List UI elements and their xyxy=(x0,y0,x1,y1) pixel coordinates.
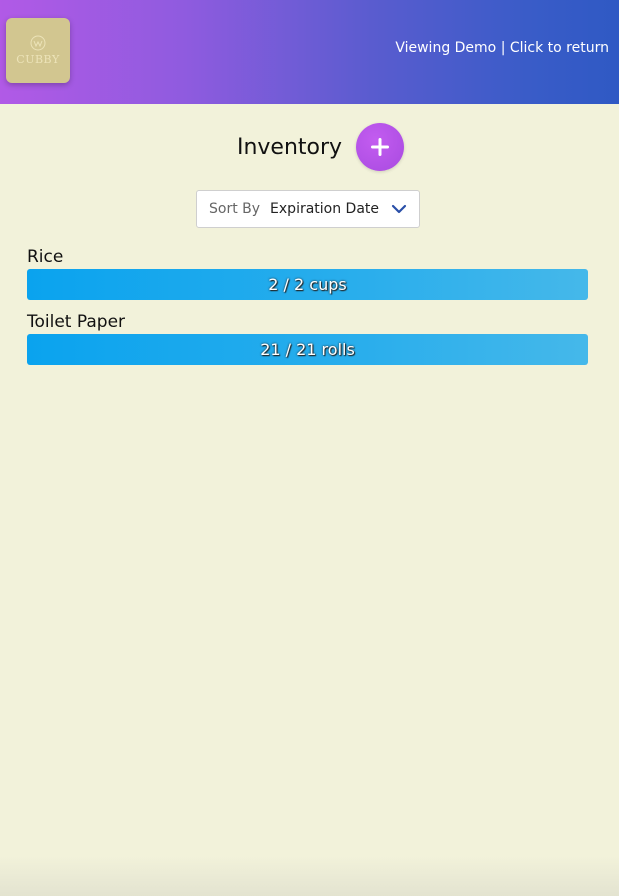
logo-mark-icon xyxy=(30,35,46,51)
page-title: Inventory xyxy=(236,134,343,160)
chevron-down-icon xyxy=(391,204,407,214)
bottom-shade xyxy=(0,856,619,896)
add-item-button[interactable] xyxy=(356,123,405,171)
plus-icon xyxy=(371,138,390,156)
quantity-bar[interactable]: 21 / 21 rolls xyxy=(27,334,588,365)
sort-by-value: Expiration Date xyxy=(270,201,380,217)
app-header: CUBBY Viewing Demo | Click to return xyxy=(0,0,619,104)
logo-text: CUBBY xyxy=(16,53,60,66)
quantity-text: 21 / 21 rolls xyxy=(260,340,355,359)
return-from-demo-link[interactable]: Viewing Demo | Click to return xyxy=(395,40,609,56)
item-name: Rice xyxy=(27,247,64,267)
item-name: Toilet Paper xyxy=(27,312,126,332)
quantity-bar[interactable]: 2 / 2 cups xyxy=(27,269,588,300)
title-row: Inventory xyxy=(0,123,619,171)
sort-by-label: Sort By xyxy=(209,201,261,217)
sort-by-select[interactable]: Sort By Expiration Date xyxy=(196,190,420,228)
inventory-list: Rice 2 / 2 cups Toilet Paper 21 / 21 rol… xyxy=(27,246,588,376)
quantity-text: 2 / 2 cups xyxy=(268,275,347,294)
inventory-item-rice[interactable]: Rice 2 / 2 cups xyxy=(27,246,588,300)
cubby-logo[interactable]: CUBBY xyxy=(6,18,70,83)
inventory-item-toilet-paper[interactable]: Toilet Paper 21 / 21 rolls xyxy=(27,311,588,365)
